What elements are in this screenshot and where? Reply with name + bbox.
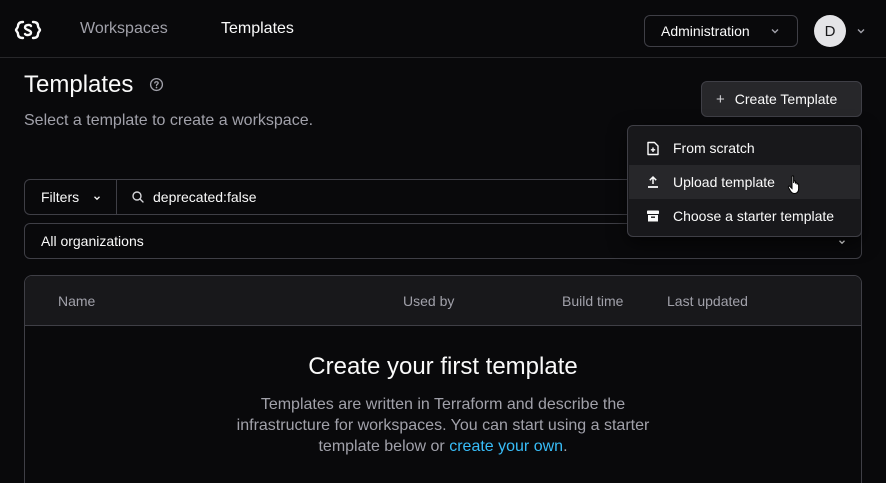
chevron-down-icon — [771, 29, 779, 34]
administration-label: Administration — [661, 23, 750, 39]
nav-link-workspaces[interactable]: Workspaces — [80, 20, 168, 38]
menu-item-choose-starter-template[interactable]: Choose a starter template — [629, 199, 860, 233]
coder-logo-icon[interactable] — [14, 18, 42, 42]
column-header-last-updated: Last updated — [667, 293, 748, 309]
archive-icon — [647, 210, 659, 222]
create-your-own-link[interactable]: create your own — [449, 438, 563, 455]
empty-state-title: Create your first template — [308, 353, 578, 380]
filters-label: Filters — [41, 189, 80, 205]
chevron-down-icon — [94, 196, 100, 201]
user-avatar[interactable]: D — [814, 15, 846, 47]
column-header-used-by: Used by — [403, 293, 455, 309]
empty-state-end: . — [563, 438, 568, 455]
plus-icon: + — [716, 90, 725, 108]
menu-item-label: From scratch — [673, 140, 755, 156]
upload-icon — [648, 175, 658, 188]
menu-item-from-scratch[interactable]: From scratch — [629, 131, 860, 165]
column-header-build-time: Build time — [562, 293, 624, 309]
create-template-menu: From scratch Upload template Choose a st… — [627, 125, 862, 237]
hand-pointer-cursor-icon — [787, 175, 800, 195]
menu-item-upload-template[interactable]: Upload template — [629, 165, 860, 199]
chevron-down-icon — [839, 240, 845, 245]
user-menu-chevron-down-icon[interactable] — [855, 25, 867, 37]
top-navbar: Workspaces Templates Administration D — [0, 0, 886, 58]
create-template-button[interactable]: + Create Template — [701, 81, 862, 117]
create-template-label: Create Template — [734, 91, 838, 107]
administration-dropdown[interactable]: Administration — [644, 15, 798, 47]
empty-state-description: Templates are written in Terraform and d… — [215, 394, 671, 457]
table-header: Name Used by Build time Last updated — [25, 276, 861, 326]
search-icon — [132, 191, 144, 203]
menu-item-label: Upload template — [673, 174, 775, 190]
menu-item-label: Choose a starter template — [673, 208, 835, 224]
empty-state-text: Templates are written in Terraform and d… — [236, 396, 650, 455]
filters-button[interactable]: Filters — [25, 180, 117, 214]
templates-table: Name Used by Build time Last updated Cre… — [24, 275, 862, 483]
organization-label: All organizations — [41, 233, 144, 249]
column-header-name: Name — [58, 293, 96, 309]
page-subtitle: Select a template to create a workspace. — [24, 112, 314, 129]
page-title: Templates — [24, 71, 134, 98]
avatar-initial: D — [824, 22, 836, 40]
file-plus-icon — [647, 141, 659, 156]
nav-link-templates[interactable]: Templates — [221, 20, 294, 38]
help-icon[interactable] — [149, 77, 164, 92]
